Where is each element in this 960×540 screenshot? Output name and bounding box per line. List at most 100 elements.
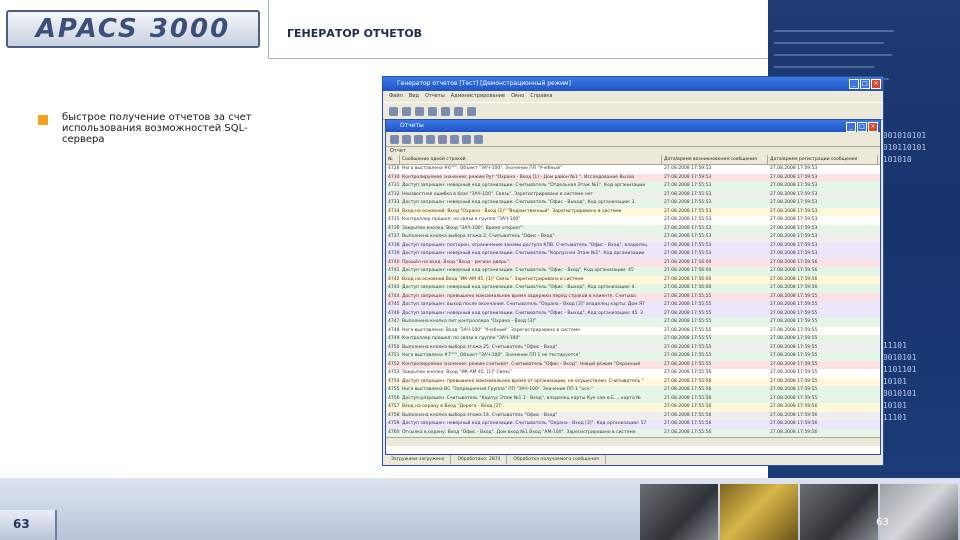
row-registered-time: 27.08.2008 17:59:55: [770, 319, 818, 324]
print-icon[interactable]: [467, 106, 476, 116]
row-occurred-time: 27.08.2008 17:55:55: [664, 327, 712, 333]
row-message: Закрытие кнопка: Вход "ИК-АМ 45, [1]" Св…: [402, 370, 513, 375]
row-registered-time: 27.08.2008 17:59:56: [770, 276, 818, 282]
toolbar-icon[interactable]: [474, 134, 483, 144]
table-row[interactable]: 4753 Закрытие кнопка: Вход "ИК-АМ 45, [1]…: [386, 369, 880, 378]
toolbar-icon[interactable]: [454, 106, 463, 116]
row-occurred-time: 27.08.2008 17:55:55: [664, 336, 712, 341]
window-title: Генератор отчетов [Тест] [Демонстрационн…: [397, 80, 571, 87]
col-header-occurred[interactable]: Дата/время возникновения сообщения: [662, 155, 768, 164]
row-number: 4751: [388, 353, 400, 358]
table-row[interactable]: 4734 Вход на основной: Вход "Охрана - Вхо…: [386, 207, 880, 216]
col-header-message[interactable]: Сообщение одной строкой: [400, 155, 662, 164]
tab-report[interactable]: Отчет: [386, 147, 880, 155]
table-row[interactable]: 4754 Доступ запрещен: превышено максималь…: [386, 377, 880, 386]
table-row[interactable]: 4749 Контроллер прошел: по связи в группе…: [386, 335, 880, 344]
toolbar-icon[interactable]: [441, 106, 450, 116]
row-number: 4753: [388, 370, 400, 375]
col-header-registered[interactable]: Дата/время регистрации сообщения: [768, 155, 878, 164]
row-occurred-time: 27.08.2008 17:55:53: [664, 200, 712, 205]
row-occurred-time: 27.08.2008 17:55:53: [664, 225, 712, 231]
row-message: Доступ запрещен: неверный код организаци…: [402, 251, 645, 256]
row-number: 4737: [388, 234, 400, 239]
row-registered-time: 27.08.2008 17:59:56: [770, 404, 818, 409]
menu-help[interactable]: Справка: [530, 91, 552, 102]
table-row[interactable]: 4751 Нога выставлена #7""". Объект "ЗАЧ-1…: [386, 352, 880, 361]
menu-reports[interactable]: Отчеты: [425, 91, 445, 102]
toolbar-icon[interactable]: [390, 134, 399, 144]
row-registered-time: 27.08.2008 17:59:56: [770, 285, 818, 290]
search-icon[interactable]: [415, 106, 424, 116]
menu-window[interactable]: Окно: [511, 91, 524, 102]
table-row[interactable]: 4738 Доступ запрещен: посторон, ограничен…: [386, 241, 880, 250]
table-row[interactable]: 4735 Контроллер прошел: на связи в группе…: [386, 216, 880, 225]
menu-admin[interactable]: Администрирование: [451, 91, 505, 102]
row-occurred-time: 27.08.2008 17:55:53: [664, 242, 712, 248]
slide-title: ГЕНЕРАТОР ОТЧЕТОВ: [287, 27, 423, 40]
subwindow-close-button[interactable]: ×: [868, 122, 878, 132]
minimize-button[interactable]: _: [849, 79, 859, 89]
grid-rows: 4728 Нога выставлена #6""". Объект "ЗАЧ-1…: [386, 165, 880, 437]
toolbar-icon[interactable]: [426, 134, 435, 144]
table-row[interactable]: 4760 Отсылка в охрану: Вход "Офис - Вход"…: [386, 428, 880, 437]
table-row[interactable]: 4730 Контролируемое значение: режим Рут "…: [386, 173, 880, 182]
subwindow-minimize-button[interactable]: _: [846, 122, 856, 132]
table-row[interactable]: 4739 Доступ запрещен: неверный код органи…: [386, 250, 880, 259]
row-occurred-time: 27.08.2008 17:55:56: [664, 412, 712, 418]
grid-header: № Сообщение одной строкой Дата/время воз…: [386, 155, 880, 165]
row-message: Вход на основной Вход "ИК-АМ 45, [1]" Св…: [402, 276, 584, 282]
apacs-logo: APACS 3000: [6, 10, 260, 48]
table-row[interactable]: 4745 Доступ запрещен: выход после окончан…: [386, 301, 880, 310]
table-row[interactable]: 4748 Нога выставлена: Вход "ЗАЧ-100" "Уче…: [386, 326, 880, 335]
table-row[interactable]: 4731 Доступ запрещен: неверный код органи…: [386, 182, 880, 191]
toolbar-icon[interactable]: [389, 106, 398, 116]
toolbar-icon[interactable]: [402, 106, 411, 116]
table-row[interactable]: 4728 Нога выставлена #6""". Объект "ЗАЧ-1…: [386, 165, 880, 174]
row-message: Доступ запрещен: превышено максимальное …: [402, 378, 644, 384]
table-row[interactable]: 4746 Доступ запрещен: неверный код органи…: [386, 309, 880, 318]
row-number: 4754: [388, 378, 400, 384]
table-row[interactable]: 4758 Выполнена кнопка выбора этажа 14. Сч…: [386, 411, 880, 420]
row-occurred-time: 27.08.2008 17:55:55: [664, 361, 712, 367]
table-row[interactable]: 4743 Доступ запрещен: неверный код органи…: [386, 284, 880, 293]
row-registered-time: 27.08.2008 17:59:53: [770, 242, 818, 248]
col-header-number[interactable]: №: [386, 155, 400, 164]
table-row[interactable]: 4741 Доступ запрещен: неверный код органи…: [386, 267, 880, 276]
row-occurred-time: 27.08.2008 17:55:53: [664, 234, 712, 239]
table-row[interactable]: 4736 Закрытие кнопка: Вход "ЗАЧ-100". Вре…: [386, 224, 880, 233]
horizontal-scrollbar[interactable]: [386, 437, 880, 446]
row-message: Выполнена кнопка выбора этажа 2. Считыва…: [402, 234, 557, 239]
subwindow-title-bar[interactable]: Отчеты _ □ ×: [386, 120, 880, 132]
toolbar-icon[interactable]: [428, 106, 437, 116]
toolbar-icon[interactable]: [462, 134, 471, 144]
toolbar-icon[interactable]: [414, 134, 423, 144]
toolbar-icon[interactable]: [450, 134, 459, 144]
page-number: 63: [13, 517, 30, 531]
row-occurred-time: 27.08.2008 17:55:56: [664, 387, 712, 392]
table-row[interactable]: 4747 Выполнена кнопка пит контроллера "Ох…: [386, 318, 880, 327]
table-row[interactable]: 4756 Доступ разрешен. Считыватель "Корпус…: [386, 394, 880, 403]
menu-file[interactable]: Файл: [389, 91, 403, 102]
window-title-bar[interactable]: Генератор отчетов [Тест] [Демонстрационн…: [383, 77, 883, 91]
table-row[interactable]: 4742 Вход на основной Вход "ИК-АМ 45, [1]…: [386, 275, 880, 284]
table-row[interactable]: 4759 Доступ запрещен: неверный код органи…: [386, 420, 880, 429]
toolbar-icon[interactable]: [438, 134, 447, 144]
table-row[interactable]: 4755 Нога выставлена ВС "Запрещенная Груп…: [386, 386, 880, 395]
table-row[interactable]: 4732 Неизвестная ошибка в базе "ЗАЧ-100".…: [386, 190, 880, 199]
table-row[interactable]: 4744 Доступ запрещен: превышено максималь…: [386, 292, 880, 301]
menu-view[interactable]: Вид: [409, 91, 419, 102]
close-button[interactable]: ×: [871, 79, 881, 89]
table-row[interactable]: 4757 Вход на охрану в Вход "Дорога - Вход…: [386, 403, 880, 412]
maximize-button[interactable]: □: [860, 79, 870, 89]
table-row[interactable]: 4733 Доступ запрещен: неверный код органи…: [386, 199, 880, 208]
table-row[interactable]: 4750 Выполнена кнопка выбора этажа 25. Сч…: [386, 343, 880, 352]
row-registered-time: 27.08.2008 17:59:55: [770, 361, 818, 367]
toolbar-icon[interactable]: [402, 134, 411, 144]
subwindow-maximize-button[interactable]: □: [857, 122, 867, 132]
table-row[interactable]: 4737 Выполнена кнопка выбора этажа 2. Счи…: [386, 233, 880, 242]
table-row[interactable]: 4752 Контролируемое значение: режим считы…: [386, 360, 880, 369]
row-occurred-time: 27.08.2008 17:56:00: [664, 276, 712, 282]
row-message: Неизвестная ошибка в базе "ЗАЧ-100". Свя…: [402, 191, 594, 197]
row-number: 4733: [388, 200, 400, 205]
table-row[interactable]: 4740 Прошёл на вход. Вход "Вход - регион …: [386, 258, 880, 267]
